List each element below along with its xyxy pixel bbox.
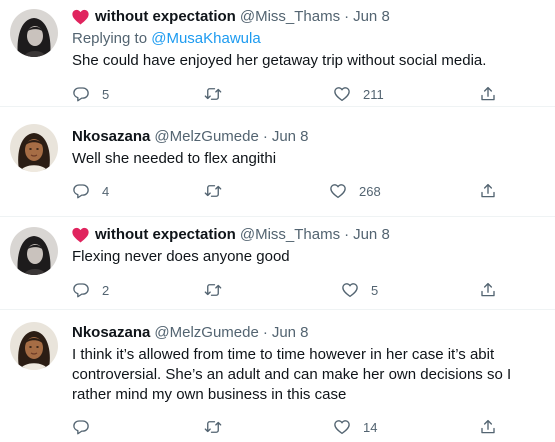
like-button[interactable]: 211 xyxy=(333,84,384,104)
reply-count: 2 xyxy=(102,282,110,298)
tweet[interactable]: Nkosazana @MelzGumede · Jun 8 Well she n… xyxy=(0,107,555,217)
retweet-button[interactable] xyxy=(204,84,234,104)
retweet-button[interactable] xyxy=(204,417,234,437)
user-handle[interactable]: @MelzGumede xyxy=(154,323,258,343)
heart-emoji-icon xyxy=(72,9,89,25)
avatar[interactable] xyxy=(10,322,58,370)
retweet-icon xyxy=(204,418,222,436)
like-button[interactable]: 14 xyxy=(333,417,377,437)
tweet-actions: 4 268 xyxy=(0,181,555,201)
replying-to-prefix: Replying to xyxy=(72,30,152,47)
tweet-text: Flexing never does anyone good xyxy=(72,248,290,265)
display-name[interactable]: without expectation xyxy=(95,225,236,245)
like-icon xyxy=(329,182,347,200)
heart-emoji-icon xyxy=(72,227,89,243)
tweet[interactable]: without expectation @Miss_Thams · Jun 8 … xyxy=(0,0,555,107)
reply-button[interactable] xyxy=(72,417,102,437)
tweet[interactable]: Nkosazana @MelzGumede · Jun 8 I think it… xyxy=(0,310,555,442)
like-button[interactable]: 268 xyxy=(329,181,381,201)
retweet-button[interactable] xyxy=(204,181,234,201)
like-icon xyxy=(341,281,359,299)
tweet[interactable]: without expectation @Miss_Thams · Jun 8 … xyxy=(0,217,555,310)
replying-to: Replying to @MusaKhawula xyxy=(72,29,261,49)
retweet-icon xyxy=(204,85,222,103)
tweet-header: without expectation @Miss_Thams · Jun 8 xyxy=(72,7,390,27)
like-count: 268 xyxy=(359,183,381,199)
display-name[interactable]: without expectation xyxy=(95,7,236,27)
tweet-text: I think it’s allowed from time to time h… xyxy=(72,346,512,403)
retweet-icon xyxy=(204,281,222,299)
reply-icon xyxy=(72,182,90,200)
reply-count: 4 xyxy=(102,183,110,199)
reply-count: 5 xyxy=(102,86,110,102)
like-icon xyxy=(333,85,351,103)
share-icon xyxy=(479,281,497,299)
separator-dot: · xyxy=(344,226,350,243)
share-button[interactable] xyxy=(479,84,497,104)
share-button[interactable] xyxy=(479,181,497,201)
user-handle[interactable]: @Miss_Thams xyxy=(240,225,340,245)
tweet-actions: 5 211 xyxy=(0,84,555,104)
reply-icon xyxy=(72,85,90,103)
retweet-button[interactable] xyxy=(204,280,234,300)
tweet-actions: 2 5 xyxy=(0,280,555,300)
reply-button[interactable]: 4 xyxy=(72,181,109,201)
tweet-header: without expectation @Miss_Thams · Jun 8 xyxy=(72,225,390,245)
tweet-header: Nkosazana @MelzGumede · Jun 8 xyxy=(72,127,309,147)
like-count: 5 xyxy=(371,282,379,298)
tweet-header: Nkosazana @MelzGumede · Jun 8 xyxy=(72,323,309,343)
share-icon xyxy=(479,85,497,103)
share-icon xyxy=(479,182,497,200)
tweet-text: She could have enjoyed her getaway trip … xyxy=(72,52,487,69)
tweet-date[interactable]: Jun 8 xyxy=(272,323,309,343)
tweet-actions: 14 xyxy=(0,417,555,437)
like-count: 14 xyxy=(363,419,378,435)
reply-button[interactable]: 5 xyxy=(72,84,109,104)
avatar[interactable] xyxy=(10,9,58,57)
reply-icon xyxy=(72,418,90,436)
retweet-icon xyxy=(204,182,222,200)
mention-link[interactable]: @MusaKhawula xyxy=(151,30,260,47)
like-button[interactable]: 5 xyxy=(341,280,378,300)
tweet-date[interactable]: Jun 8 xyxy=(272,127,309,147)
display-name[interactable]: Nkosazana xyxy=(72,127,150,147)
tweet-text: Well she needed to flex angithi xyxy=(72,150,277,167)
share-button[interactable] xyxy=(479,417,497,437)
avatar[interactable] xyxy=(10,227,58,275)
reply-button[interactable]: 2 xyxy=(72,280,109,300)
user-handle[interactable]: @Miss_Thams xyxy=(240,7,340,27)
avatar[interactable] xyxy=(10,124,58,172)
share-icon xyxy=(479,418,497,436)
separator-dot: · xyxy=(344,8,350,25)
separator-dot: · xyxy=(262,128,268,145)
tweet-date[interactable]: Jun 8 xyxy=(353,7,390,27)
display-name[interactable]: Nkosazana xyxy=(72,323,150,343)
like-count: 211 xyxy=(363,86,384,102)
separator-dot: · xyxy=(262,324,268,341)
tweet-date[interactable]: Jun 8 xyxy=(353,225,390,245)
like-icon xyxy=(333,418,351,436)
user-handle[interactable]: @MelzGumede xyxy=(154,127,258,147)
reply-icon xyxy=(72,281,90,299)
share-button[interactable] xyxy=(479,280,497,300)
